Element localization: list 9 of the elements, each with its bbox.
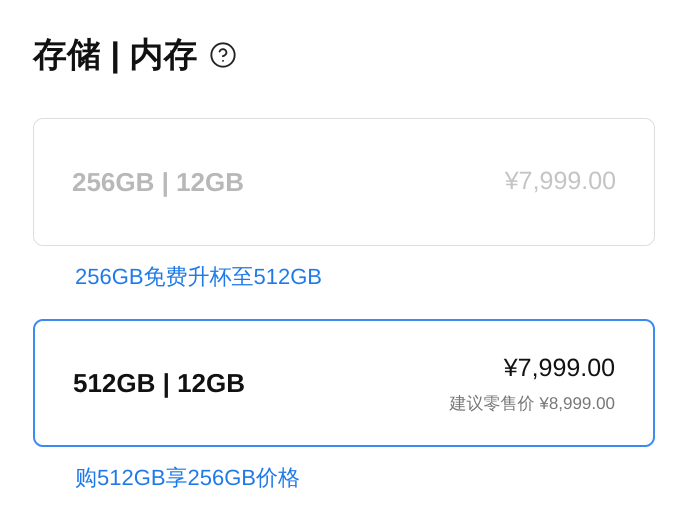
section-title: 存储 | 内存 <box>33 38 198 72</box>
option-price: ¥7,999.00 <box>504 166 616 198</box>
option-price: ¥7,999.00 <box>504 352 615 384</box>
promo-link[interactable]: 购512GB享256GB价格 <box>33 461 300 494</box>
option-spec: 256GB | 12GB <box>72 166 244 199</box>
suggested-price: 建议零售价 ¥8,999.00 <box>450 393 615 415</box>
help-icon[interactable] <box>209 41 238 69</box>
storage-option[interactable]: 512GB | 12GB ¥7,999.00 建议零售价 ¥8,999.00 <box>33 319 655 447</box>
option-spec: 512GB | 12GB <box>73 366 246 400</box>
